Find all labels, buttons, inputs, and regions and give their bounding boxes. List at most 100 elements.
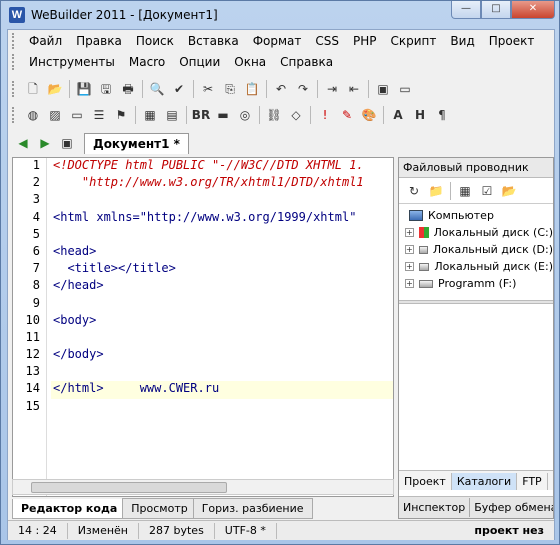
anchor-icon[interactable]: ◎ [235,106,255,124]
paste-icon[interactable]: 📋 [242,80,262,98]
code-line[interactable] [53,227,393,244]
minimize-button[interactable]: — [451,1,481,19]
folder-options-icon[interactable]: 📂 [499,182,519,200]
horizontal-scrollbar[interactable] [12,479,394,495]
encoding[interactable]: UTF-8 * [215,522,277,539]
panel-splitter[interactable] [399,300,553,304]
menu-project[interactable]: Проект [482,34,542,48]
tab-inspector[interactable]: Инспектор [399,498,471,517]
maximize-button[interactable]: □ [481,1,511,19]
view-options-icon[interactable]: ▦ [455,182,475,200]
form-icon[interactable]: ▭ [67,106,87,124]
code-editor[interactable]: 1 2 3 4 5 6 7 8 9 10 11 12 13 14 15 <!DO… [12,157,394,497]
spellcheck-icon[interactable]: ✔ [169,80,189,98]
tab-catalogs[interactable]: Каталоги [451,473,518,490]
toolbar-grip[interactable] [12,80,18,97]
folder-icon[interactable]: 📁 [426,182,446,200]
expand-icon[interactable]: + [405,228,414,237]
refresh-folder-icon[interactable]: ↻ [404,182,424,200]
globe-icon[interactable]: ◍ [23,106,43,124]
menu-windows[interactable]: Окна [227,55,273,69]
tree-item-drive-d[interactable]: + Локальный диск (D:) [399,241,553,258]
title-bar[interactable]: W WeBuilder 2011 - [Документ1] — □ ✕ [1,1,559,29]
outdent-icon[interactable]: ⇤ [344,80,364,98]
redo-icon[interactable]: ↷ [293,80,313,98]
code-line[interactable] [53,330,393,347]
list-icon[interactable]: ☰ [89,106,109,124]
toolbar-grip[interactable] [12,32,18,49]
expand-icon[interactable]: + [405,245,414,254]
line-break-icon[interactable]: BR [191,106,211,124]
tab-project[interactable]: Проект [399,473,452,490]
tree-item-drive-f[interactable]: + Programm (F:) [399,275,553,292]
menu-macro[interactable]: Macro [122,55,172,69]
code-line[interactable]: <body> [53,313,393,330]
tab-ftp[interactable]: FTP [517,473,548,490]
forward-arrow-icon[interactable]: ▶ [35,134,55,152]
indent-icon[interactable]: ⇥ [322,80,342,98]
comment-icon[interactable]: ! [315,106,335,124]
tag-icon[interactable]: ⚑ [111,106,131,124]
code-text[interactable]: <!DOCTYPE html PUBLIC "-//W3C//DTD XHTML… [51,158,393,416]
new-file-icon[interactable]: 🗋 [23,80,43,98]
current-code-line[interactable]: </html> www.CWER.ru [51,381,393,399]
scrollbar-thumb[interactable] [31,482,227,493]
tree-item-drive-e[interactable]: + Локальный диск (E:) [399,258,553,275]
menu-file[interactable]: Файл [22,34,69,48]
copy-icon[interactable]: ⎘ [220,80,240,98]
menu-css[interactable]: CSS [308,34,346,48]
windows-list-icon[interactable]: ▣ [57,134,77,152]
tree-item-drive-c[interactable]: + Локальный диск (C:) [399,224,553,241]
font-icon[interactable]: A [388,106,408,124]
code-line[interactable] [53,296,393,313]
panel-toggle-icon[interactable]: ▭ [395,80,415,98]
search-icon[interactable]: 🔍 [147,80,167,98]
code-line[interactable]: <title></title> [53,261,393,278]
undo-icon[interactable]: ↶ [271,80,291,98]
expand-icon[interactable]: + [405,279,414,288]
tree-item-computer[interactable]: Компьютер [399,207,553,224]
tab-horizontal-split[interactable]: Гориз. разбиение [192,498,313,519]
menu-script[interactable]: Скрипт [384,34,444,48]
close-button[interactable]: ✕ [511,1,555,19]
div-icon[interactable]: ▤ [162,106,182,124]
code-line[interactable]: "http://www.w3.org/TR/xhtml1/DTD/xhtml1 [53,175,393,192]
tab-clipboard[interactable]: Буфер обмена [470,498,553,517]
save-icon[interactable]: 💾 [74,80,94,98]
toolbar-grip[interactable] [12,53,18,70]
link-icon[interactable]: ⛓ [264,106,284,124]
code-line[interactable] [53,192,393,209]
code-line[interactable]: <html xmlns="http://www.w3.org/1999/xhtm… [53,210,393,227]
color-icon[interactable]: ✎ [337,106,357,124]
toolbar-grip[interactable] [12,106,18,123]
code-line[interactable]: </body> [53,347,393,364]
menu-php[interactable]: PHP [346,34,384,48]
print-icon[interactable]: 🖶 [118,80,138,98]
code-line[interactable]: </head> [53,278,393,295]
paragraph-icon[interactable]: ¶ [432,106,452,124]
code-line[interactable]: <head> [53,244,393,261]
heading-icon[interactable]: H [410,106,430,124]
cut-icon[interactable]: ✂ [198,80,218,98]
menu-search[interactable]: Поиск [129,34,181,48]
app-icon[interactable]: W [9,7,25,23]
menu-view[interactable]: Вид [443,34,481,48]
horizontal-rule-icon[interactable]: ▬ [213,106,233,124]
menu-tools[interactable]: Инструменты [22,55,122,69]
open-folder-icon[interactable]: 📂 [45,80,65,98]
menu-options[interactable]: Опции [172,55,227,69]
window-layout-icon[interactable]: ▣ [373,80,393,98]
checklist-icon[interactable]: ☑ [477,182,497,200]
code-line[interactable] [53,364,393,381]
palette-icon[interactable]: 🎨 [359,106,379,124]
menu-help[interactable]: Справка [273,55,340,69]
table-icon[interactable]: ▦ [140,106,160,124]
code-line[interactable] [53,399,393,416]
code-line[interactable]: <!DOCTYPE html PUBLIC "-//W3C//DTD XHTML… [53,158,393,175]
menu-insert[interactable]: Вставка [181,34,246,48]
tab-document1[interactable]: Документ1 * [84,132,189,154]
expand-icon[interactable]: + [405,262,414,271]
tab-preview[interactable]: Просмотр [122,498,197,519]
image-icon[interactable]: ▨ [45,106,65,124]
save-all-icon[interactable]: 🖫 [96,80,116,98]
